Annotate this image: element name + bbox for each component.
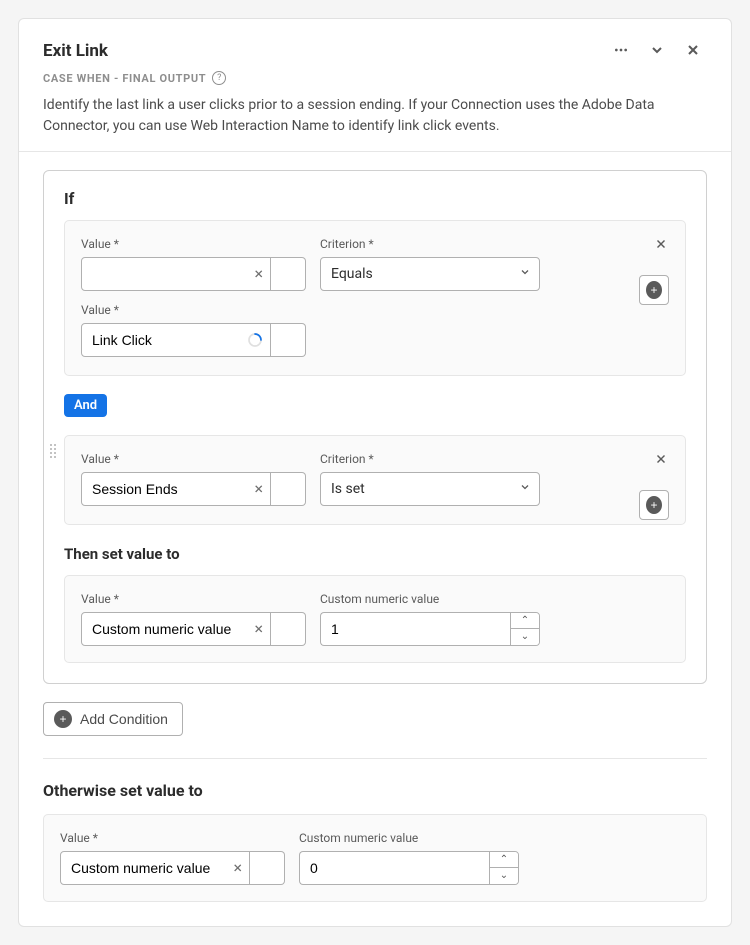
value-label: Value xyxy=(81,592,306,606)
remove-condition-2-button[interactable] xyxy=(647,446,675,474)
cond2-value1-dropdown[interactable] xyxy=(271,472,306,506)
clear-icon[interactable]: × xyxy=(254,621,263,637)
close-icon xyxy=(654,237,668,254)
cond2-value1-input[interactable] xyxy=(81,472,271,506)
add-condition-button[interactable]: + Add Condition xyxy=(43,702,183,736)
otherwise-numeric-input[interactable] xyxy=(299,851,489,885)
value-label: Value xyxy=(60,831,285,845)
panel-description: Identify the last link a user clicks pri… xyxy=(43,95,707,137)
chevron-down-icon: ⌄ xyxy=(500,871,508,881)
divider xyxy=(43,758,707,759)
otherwise-value-dropdown[interactable] xyxy=(250,851,285,885)
if-block: If + Value xyxy=(43,170,707,684)
value-label: Value xyxy=(81,452,306,466)
numeric-step-up[interactable]: ⌃ xyxy=(490,852,518,868)
chevron-down-icon: ⌄ xyxy=(521,632,529,642)
more-icon xyxy=(613,42,629,61)
criterion-label: Criterion xyxy=(320,237,540,251)
numeric-step-down[interactable]: ⌄ xyxy=(511,629,539,645)
cond2-criterion-value: Is set xyxy=(331,481,365,497)
plus-circle-icon: + xyxy=(54,710,72,728)
add-subcondition-2-button[interactable]: + xyxy=(639,490,669,520)
close-icon xyxy=(685,42,701,61)
otherwise-box: Value × Custom numeric value xyxy=(43,814,707,902)
cond2-criterion-select[interactable]: Is set xyxy=(320,472,540,506)
plus-circle-icon: + xyxy=(646,496,662,514)
condition-2: + Value × xyxy=(64,435,686,525)
condition-1: + Value × xyxy=(64,220,686,417)
then-value-input[interactable] xyxy=(81,612,271,646)
cond1-criterion-select[interactable]: Equals xyxy=(320,257,540,291)
chevron-down-icon xyxy=(519,481,531,497)
numeric-step-down[interactable]: ⌄ xyxy=(490,868,518,884)
then-numeric-input[interactable] xyxy=(320,612,510,646)
help-icon[interactable]: ? xyxy=(212,71,226,85)
panel-body: If + Value xyxy=(19,151,731,926)
logical-operator-chip[interactable]: And xyxy=(64,394,107,417)
otherwise-value-input[interactable] xyxy=(60,851,250,885)
clear-icon[interactable]: × xyxy=(233,860,242,876)
cond1-value1-dropdown[interactable] xyxy=(271,257,306,291)
remove-condition-1-button[interactable] xyxy=(647,231,675,259)
panel: Exit Link C xyxy=(18,18,732,927)
add-subcondition-1-button[interactable]: + xyxy=(639,275,669,305)
plus-circle-icon: + xyxy=(646,281,662,299)
cond1-value2-input[interactable] xyxy=(81,323,271,357)
close-icon xyxy=(654,452,668,469)
value-label: Value xyxy=(81,303,306,317)
title-actions xyxy=(607,37,707,65)
more-options-button[interactable] xyxy=(607,37,635,65)
panel-subtitle: CASE WHEN - FINAL OUTPUT xyxy=(43,72,206,85)
loading-spinner-icon xyxy=(247,332,263,348)
then-title: Then set value to xyxy=(64,545,686,563)
custom-numeric-label: Custom numeric value xyxy=(299,831,519,845)
value-label: Value xyxy=(81,237,306,251)
panel-title: Exit Link xyxy=(43,41,108,61)
chevron-down-icon xyxy=(649,42,665,61)
otherwise-title: Otherwise set value to xyxy=(43,781,707,800)
close-panel-button[interactable] xyxy=(679,37,707,65)
cond1-criterion-value: Equals xyxy=(331,266,373,282)
chevron-up-icon: ⌃ xyxy=(500,855,508,865)
chevron-up-icon: ⌃ xyxy=(521,616,529,626)
panel-header: Exit Link C xyxy=(19,19,731,151)
cond1-value2-dropdown[interactable] xyxy=(271,323,306,357)
add-condition-label: Add Condition xyxy=(80,711,168,727)
then-value-dropdown[interactable] xyxy=(271,612,306,646)
collapse-button[interactable] xyxy=(643,37,671,65)
clear-icon[interactable]: × xyxy=(254,481,263,497)
custom-numeric-label: Custom numeric value xyxy=(320,592,540,606)
numeric-step-up[interactable]: ⌃ xyxy=(511,613,539,629)
drag-handle-icon[interactable] xyxy=(50,444,56,458)
then-box: Value × Custom numeric value xyxy=(64,575,686,663)
criterion-label: Criterion xyxy=(320,452,540,466)
cond1-value1-input[interactable] xyxy=(81,257,271,291)
if-title: If xyxy=(64,189,686,208)
chevron-down-icon xyxy=(519,266,531,282)
clear-icon[interactable]: × xyxy=(254,266,263,282)
